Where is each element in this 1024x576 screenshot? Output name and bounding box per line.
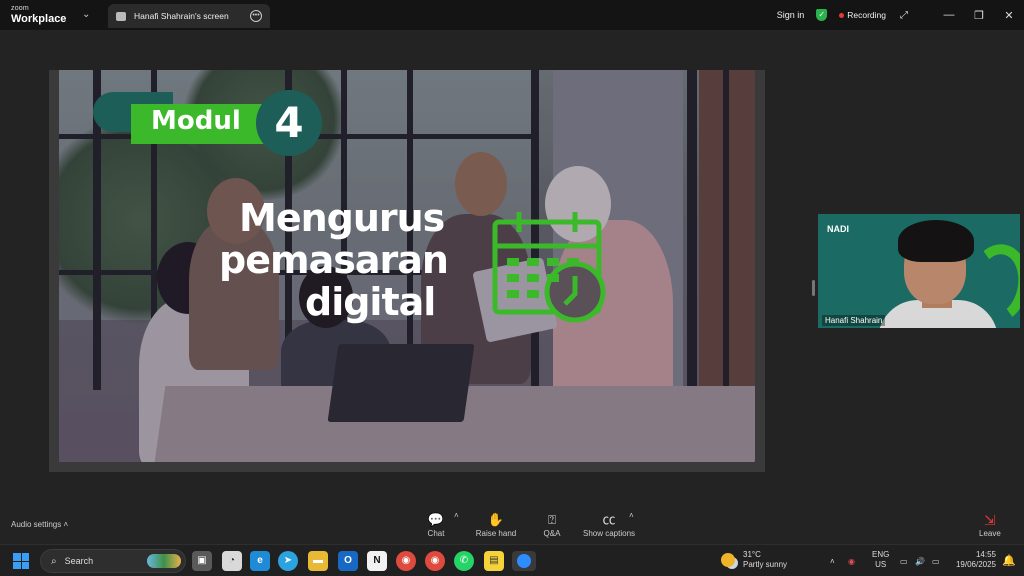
nadi-logo: NADI [827,224,849,234]
chat-caret-icon[interactable]: ˄ [454,511,459,520]
notification-bell-icon[interactable]: 🔔 [1002,554,1016,567]
lang-region: US [875,560,887,569]
telegram-icon[interactable]: ➤ [278,551,298,571]
outlook-icon[interactable]: O [338,551,358,571]
show-captions-button[interactable]: ㏄ Show captions [582,511,636,538]
captions-caret-icon[interactable]: ˄ [629,511,634,520]
task-view-icon[interactable]: ▣ [192,551,212,571]
sticky-notes-icon[interactable]: ▤ [484,551,504,571]
windows-taskbar: ⌕ Search ▣ ◔ e ➤ ▬ O N ◉ ◉ ✆ ▤ 31°C Part… [0,544,1024,576]
weather-desc: Partly sunny [743,560,788,569]
leave-icon: ⇲ [984,512,996,528]
clock-date: 19/06/2025 [955,560,996,569]
participant-name: Hanafi Shahrain [822,315,886,326]
video-panel-resize-handle[interactable] [812,280,815,296]
qa-icon: ⍰ [548,512,556,527]
leave-label: Leave [979,529,1001,538]
edge-icon[interactable]: e [250,551,270,571]
search-icon: ⌕ [51,555,57,567]
taskbar-search[interactable]: ⌕ Search [40,549,186,573]
weather-widget[interactable]: 31°C Partly sunny [721,550,787,570]
sign-in-link[interactable]: Sign in [777,10,805,20]
brand-zoom: zoom [11,5,29,12]
expand-icon[interactable]: ⤢ [900,10,908,21]
restore-button[interactable]: ❐ [964,9,994,22]
search-highlight-image [147,554,181,568]
title-bar-controls: Sign in ✓ Recording ⤢ — ❐ ✕ [777,0,1024,30]
chat-icon: 💬 [427,512,445,527]
chat-button[interactable]: 💬 Chat [420,511,452,538]
file-explorer-icon[interactable]: ▬ [308,551,328,571]
title-bar: zoom Workplace ⌄ Hanafi Shahrain's scree… [0,0,1024,30]
chrome-icon[interactable]: ◉ [396,551,416,571]
audio-settings-label: Audio settings [11,520,62,529]
more-options-icon[interactable]: ••• [250,10,262,22]
meeting-controls: Audio settings ˄ 💬 Chat ˄ ✋ Raise hand ⍰… [0,510,1024,544]
close-button[interactable]: ✕ [994,9,1024,22]
language-indicator[interactable]: ENG US [872,550,889,570]
search-placeholder: Search [64,556,94,566]
windows-start-icon[interactable] [13,553,29,569]
slide-title-line-3: digital [305,280,436,324]
show-hidden-icons[interactable]: ˄ [830,545,835,576]
recording-dot-icon [839,12,845,18]
partly-sunny-icon [721,553,735,567]
qa-label: Q&A [543,529,561,538]
leave-button[interactable]: ⇲ Leave [979,511,1001,538]
system-clock[interactable]: 14:55 19/06/2025 [952,550,996,570]
modul-number: 4 [256,90,322,156]
whatsapp-icon[interactable]: ✆ [454,551,474,571]
raise-hand-button[interactable]: ✋ Raise hand [474,511,518,538]
chevron-down-icon: ⌄ [82,9,91,20]
meet-now-icon[interactable]: ◉ [848,545,855,576]
captions-icon: ㏄ [602,512,616,527]
hand-icon: ✋ [487,512,505,527]
presentation-slide: Modul 4 Mengurus pemasaran digital [59,70,755,462]
slide-title-line-2: pemasaran [219,238,449,282]
audio-settings-button[interactable]: Audio settings ˄ [11,520,68,529]
network-icon[interactable]: ▭ [900,545,908,576]
screen-share-tab[interactable]: Hanafi Shahrain's screen ••• [108,4,270,28]
shared-screen[interactable]: Modul 4 Mengurus pemasaran digital [49,70,765,472]
participant-video[interactable]: NADI Hanafi Shahrain [818,214,1020,328]
zoom-window: zoom Workplace ⌄ Hanafi Shahrain's scree… [0,0,1024,576]
qa-button[interactable]: ⍰ Q&A [538,511,566,538]
recording-indicator[interactable]: Recording [847,10,886,20]
meeting-stage: Modul 4 Mengurus pemasaran digital NADI … [0,30,1024,510]
clock-time: 14:55 [975,550,996,559]
slide-title-line-1: Mengurus [239,196,445,240]
clock-app-icon[interactable]: ◔ [222,551,242,571]
raise-hand-label: Raise hand [475,529,517,538]
zoom-workplace-menu[interactable]: zoom Workplace ⌄ [0,0,100,30]
notion-icon[interactable]: N [367,551,387,571]
calendar-clock-icon [492,212,606,323]
chrome-profile-icon[interactable]: ◉ [425,551,445,571]
modul-label: Modul [151,106,241,136]
screen-share-icon [116,11,126,21]
zoom-taskbar-icon[interactable] [512,551,536,571]
lang-code: ENG [872,550,890,559]
show-captions-label: Show captions [582,529,636,538]
tab-title: Hanafi Shahrain's screen [134,11,229,21]
minimize-button[interactable]: — [934,9,964,21]
shield-check-icon[interactable]: ✓ [816,9,828,21]
volume-icon[interactable]: 🔊 [915,545,925,576]
brand-workplace: Workplace [11,13,67,25]
weather-temp: 31°C [743,550,761,559]
chat-label: Chat [427,529,445,538]
battery-icon[interactable]: ▭ [932,545,940,576]
participant-hair [898,220,974,262]
